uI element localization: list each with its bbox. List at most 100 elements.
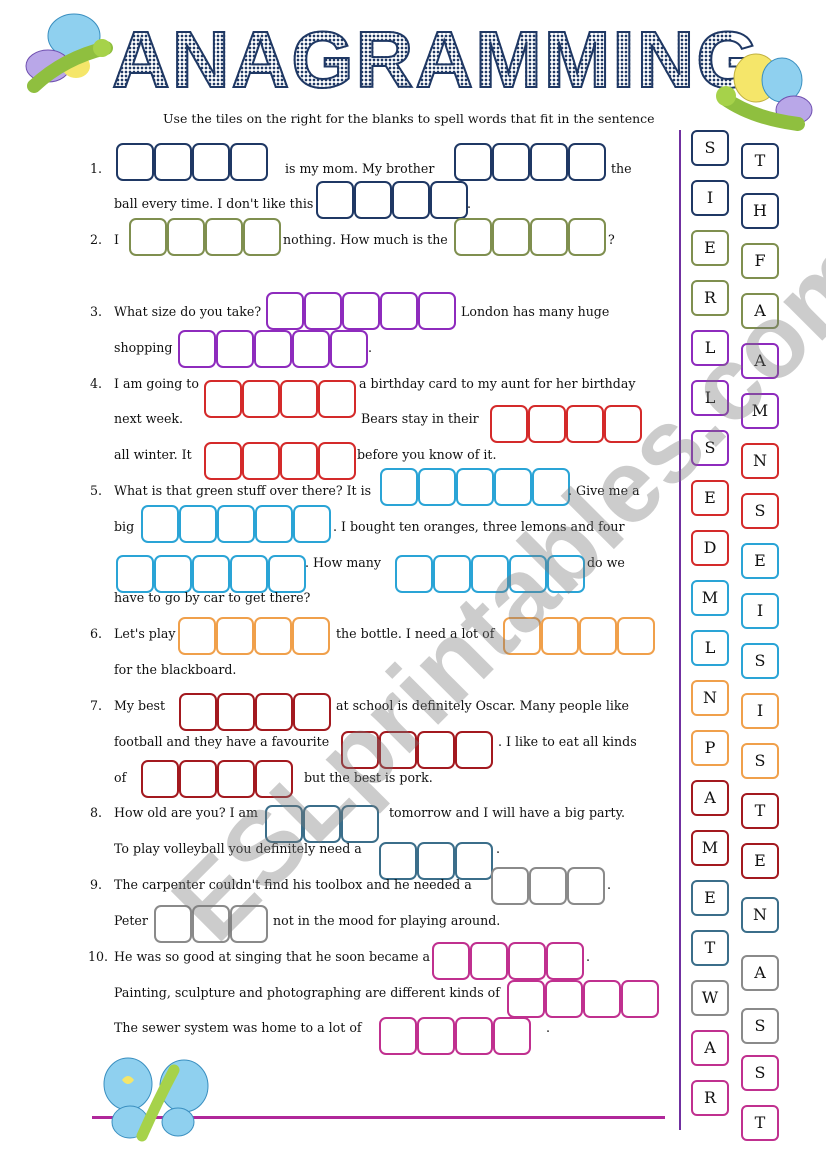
letter-box[interactable] xyxy=(179,505,217,543)
letter-box[interactable] xyxy=(454,218,492,256)
letter-box[interactable] xyxy=(154,905,192,943)
letter-box[interactable] xyxy=(204,380,242,418)
letter-box[interactable] xyxy=(530,143,568,181)
letter-box[interactable] xyxy=(418,468,456,506)
letter-box[interactable] xyxy=(491,867,529,905)
letter-tile[interactable]: M xyxy=(741,393,779,429)
letter-box[interactable] xyxy=(318,442,356,480)
letter-box[interactable] xyxy=(418,292,456,330)
letter-box[interactable] xyxy=(532,468,570,506)
letter-box[interactable] xyxy=(154,555,192,593)
letter-box[interactable] xyxy=(508,942,546,980)
letter-tile[interactable]: I xyxy=(741,693,779,729)
letter-box[interactable] xyxy=(316,181,354,219)
letter-box[interactable] xyxy=(255,505,293,543)
letter-tile[interactable]: A xyxy=(741,343,779,379)
letter-tile[interactable]: A xyxy=(691,780,729,816)
letter-box[interactable] xyxy=(204,442,242,480)
letter-tile[interactable]: E xyxy=(741,843,779,879)
letter-box[interactable] xyxy=(494,468,532,506)
letter-tile[interactable]: S xyxy=(741,643,779,679)
letter-tile[interactable]: T xyxy=(741,793,779,829)
letter-tile[interactable]: N xyxy=(741,443,779,479)
letter-tile[interactable]: E xyxy=(741,543,779,579)
letter-box[interactable] xyxy=(318,380,356,418)
letter-box[interactable] xyxy=(341,805,379,843)
letter-box[interactable] xyxy=(604,405,642,443)
letter-tile[interactable]: T xyxy=(691,930,729,966)
letter-box[interactable] xyxy=(617,617,655,655)
letter-tile[interactable]: A xyxy=(741,293,779,329)
letter-box[interactable] xyxy=(379,1017,417,1055)
letter-tile[interactable]: S xyxy=(741,493,779,529)
letter-box[interactable] xyxy=(392,181,430,219)
letter-box[interactable] xyxy=(568,218,606,256)
letter-box[interactable] xyxy=(179,693,217,731)
letter-box[interactable] xyxy=(545,980,583,1018)
letter-box[interactable] xyxy=(417,842,455,880)
letter-box[interactable] xyxy=(217,760,255,798)
letter-box[interactable] xyxy=(192,905,230,943)
letter-box[interactable] xyxy=(216,330,254,368)
letter-box[interactable] xyxy=(567,867,605,905)
letter-box[interactable] xyxy=(454,143,492,181)
letter-box[interactable] xyxy=(471,555,509,593)
letter-box[interactable] xyxy=(293,693,331,731)
letter-box[interactable] xyxy=(230,905,268,943)
letter-tile[interactable]: S xyxy=(741,1008,779,1044)
letter-box[interactable] xyxy=(266,292,304,330)
letter-tile[interactable]: T xyxy=(741,1105,779,1141)
letter-box[interactable] xyxy=(341,731,379,769)
letter-tile[interactable]: F xyxy=(741,243,779,279)
letter-box[interactable] xyxy=(579,617,617,655)
letter-box[interactable] xyxy=(492,143,530,181)
letter-box[interactable] xyxy=(242,442,280,480)
letter-tile[interactable]: S xyxy=(741,743,779,779)
letter-box[interactable] xyxy=(456,468,494,506)
letter-box[interactable] xyxy=(280,442,318,480)
letter-tile[interactable]: L xyxy=(691,380,729,416)
letter-box[interactable] xyxy=(529,867,567,905)
letter-box[interactable] xyxy=(293,505,331,543)
letter-box[interactable] xyxy=(243,218,281,256)
letter-box[interactable] xyxy=(395,555,433,593)
letter-tile[interactable]: A xyxy=(741,955,779,991)
letter-box[interactable] xyxy=(217,505,255,543)
letter-box[interactable] xyxy=(192,555,230,593)
letter-box[interactable] xyxy=(354,181,392,219)
letter-box[interactable] xyxy=(490,405,528,443)
letter-box[interactable] xyxy=(530,218,568,256)
letter-box[interactable] xyxy=(342,292,380,330)
letter-box[interactable] xyxy=(292,617,330,655)
letter-tile[interactable]: R xyxy=(691,1080,729,1116)
letter-tile[interactable]: L xyxy=(691,630,729,666)
letter-tile[interactable]: E xyxy=(691,230,729,266)
letter-box[interactable] xyxy=(417,731,455,769)
letter-tile[interactable]: T xyxy=(741,143,779,179)
letter-box[interactable] xyxy=(179,760,217,798)
letter-tile[interactable]: H xyxy=(741,193,779,229)
letter-box[interactable] xyxy=(583,980,621,1018)
letter-box[interactable] xyxy=(265,805,303,843)
letter-box[interactable] xyxy=(255,693,293,731)
letter-box[interactable] xyxy=(379,731,417,769)
letter-box[interactable] xyxy=(433,555,471,593)
letter-box[interactable] xyxy=(432,942,470,980)
letter-box[interactable] xyxy=(380,468,418,506)
letter-box[interactable] xyxy=(205,218,243,256)
letter-box[interactable] xyxy=(141,760,179,798)
letter-box[interactable] xyxy=(192,143,230,181)
letter-box[interactable] xyxy=(116,143,154,181)
letter-tile[interactable]: E xyxy=(691,880,729,916)
letter-box[interactable] xyxy=(546,942,584,980)
letter-box[interactable] xyxy=(254,617,292,655)
letter-box[interactable] xyxy=(230,143,268,181)
letter-box[interactable] xyxy=(304,292,342,330)
letter-box[interactable] xyxy=(492,218,530,256)
letter-tile[interactable]: N xyxy=(691,680,729,716)
letter-box[interactable] xyxy=(380,292,418,330)
letter-tile[interactable]: M xyxy=(691,830,729,866)
letter-box[interactable] xyxy=(167,218,205,256)
letter-box[interactable] xyxy=(330,330,368,368)
letter-tile[interactable]: S xyxy=(691,430,729,466)
